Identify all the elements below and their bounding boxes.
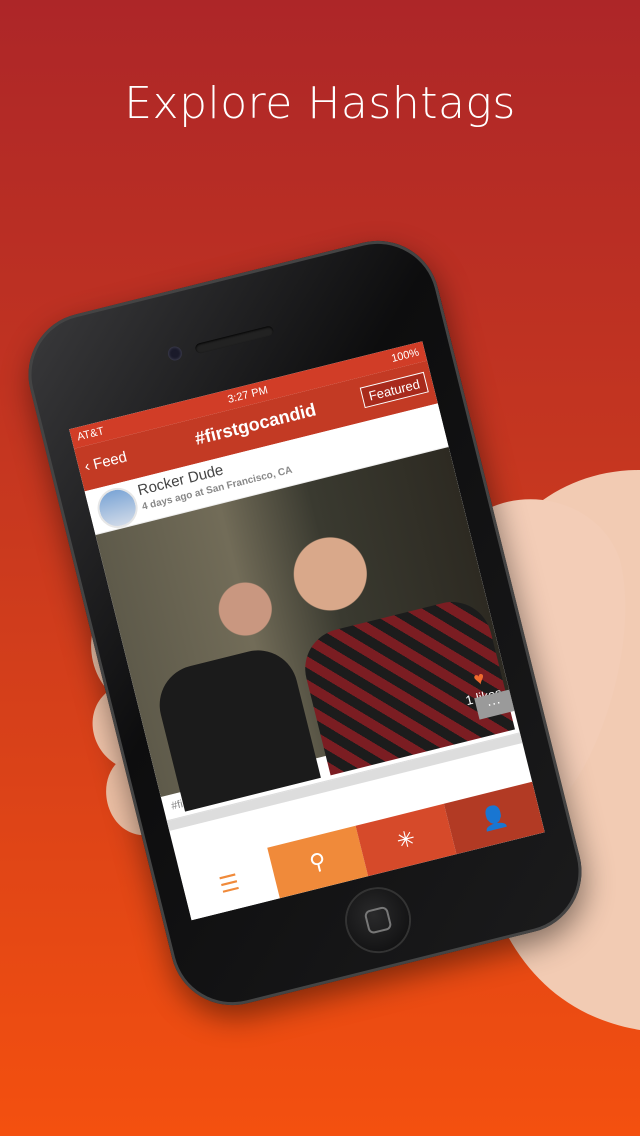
list-icon: ☰ bbox=[216, 869, 242, 899]
featured-button[interactable]: Featured bbox=[359, 371, 429, 409]
person-icon: 👤 bbox=[477, 802, 511, 833]
carrier-label: AT&T bbox=[75, 425, 106, 444]
home-square-icon bbox=[363, 905, 393, 935]
search-icon: ⚲ bbox=[306, 847, 329, 876]
spinner-icon: ✳ bbox=[393, 825, 418, 854]
